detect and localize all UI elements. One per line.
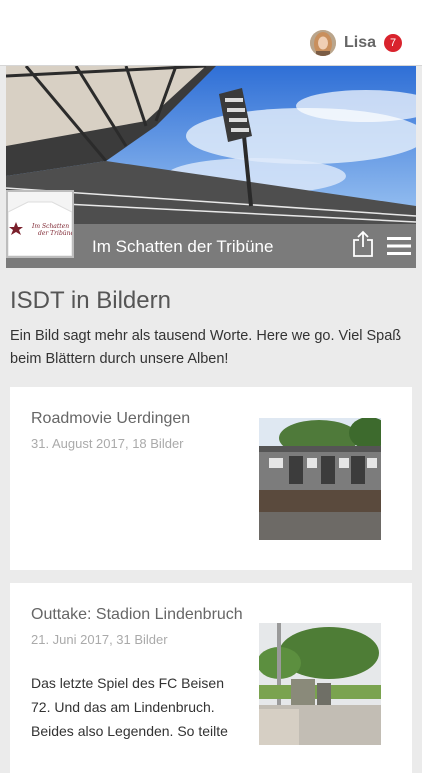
top-bar: Lisa 7	[0, 0, 422, 66]
site-title[interactable]: Im Schatten der Tribüne	[92, 237, 273, 257]
hamburger-menu-icon[interactable]	[387, 237, 411, 255]
user-name[interactable]: Lisa	[344, 34, 376, 52]
album-card[interactable]: Roadmovie Uerdingen 31. August 2017, 18 …	[10, 387, 412, 570]
notification-badge[interactable]: 7	[384, 34, 402, 52]
site-logo[interactable]: Im Schatten der Tribüne	[6, 190, 74, 258]
svg-text:Im Schatten: Im Schatten	[31, 223, 69, 230]
page-title: ISDT in Bildern	[10, 287, 171, 314]
share-icon[interactable]	[352, 230, 374, 258]
user-menu[interactable]: Lisa 7	[309, 30, 402, 56]
album-title[interactable]: Roadmovie Uerdingen	[31, 410, 190, 428]
album-title[interactable]: Outtake: Stadion Lindenbruch	[31, 606, 243, 624]
svg-text:der Tribüne: der Tribüne	[38, 230, 72, 237]
album-meta: 21. Juni 2017, 31 Bilder	[31, 632, 168, 647]
album-card[interactable]: Outtake: Stadion Lindenbruch 21. Juni 20…	[10, 583, 412, 773]
user-avatar[interactable]	[309, 30, 336, 56]
album-thumbnail[interactable]	[259, 623, 381, 745]
album-meta: 31. August 2017, 18 Bilder	[31, 436, 184, 451]
page-intro: Ein Bild sagt mehr als tausend Worte. He…	[10, 328, 402, 367]
album-thumbnail[interactable]	[259, 418, 381, 540]
album-description: Das letzte Spiel des FC Beisen 72. Und d…	[31, 675, 228, 749]
